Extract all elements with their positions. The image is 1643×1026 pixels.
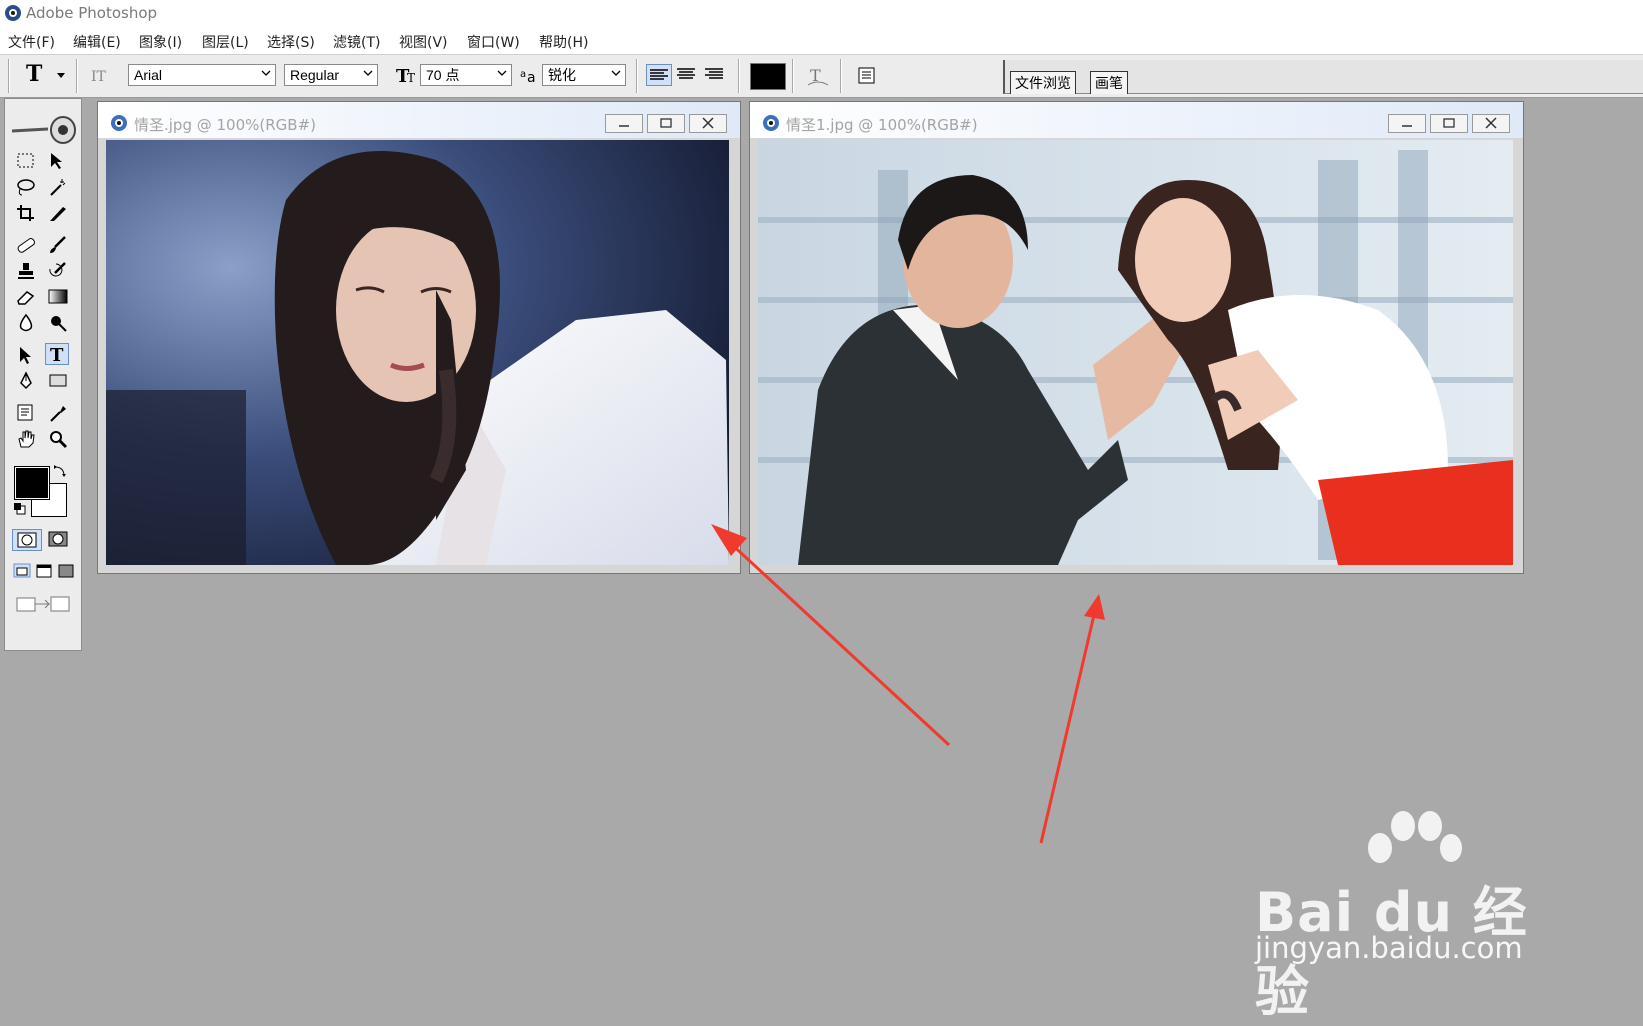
watermark-url: jingyan.baidu.com xyxy=(1255,931,1523,965)
red-arrow-1 xyxy=(711,524,951,747)
red-arrow-2 xyxy=(1039,594,1105,844)
baidu-jingyan-watermark: Bai du 经验 jingyan.baidu.com xyxy=(1255,808,1555,1023)
